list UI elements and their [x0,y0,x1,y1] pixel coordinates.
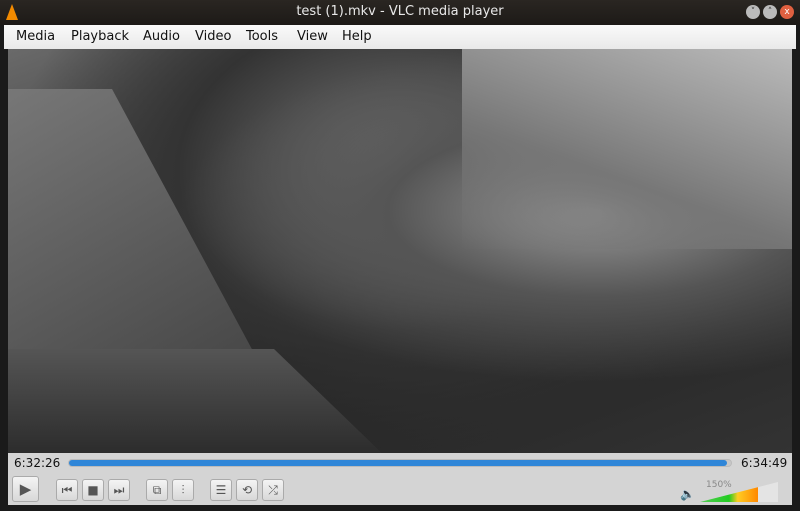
minimize-button[interactable]: ˅ [746,5,760,19]
total-time[interactable]: 6:34:49 [741,456,787,470]
volume-max-label: 150% [706,480,732,490]
vlc-cone-icon [6,4,18,20]
maximize-button[interactable]: ˄ [763,5,777,19]
video-frame-roof [8,89,268,379]
menu-media[interactable]: Media [16,29,55,44]
video-area[interactable] [8,49,792,453]
close-button[interactable]: x [780,5,794,19]
menu-video[interactable]: Video [195,29,231,44]
menu-audio[interactable]: Audio [143,29,180,44]
fullscreen-button[interactable]: ⧉ [146,479,168,501]
video-frame-street [462,49,792,249]
video-frame-roof-lower [8,349,388,453]
menu-help[interactable]: Help [342,29,372,44]
stop-button[interactable]: ■ [82,479,104,501]
seek-progress [69,460,728,466]
menu-bar: Media Playback Audio Video Tools View He… [4,25,796,49]
loop-button[interactable]: ⟲ [236,479,258,501]
next-button[interactable]: ⏭ [108,479,130,501]
menu-view[interactable]: View [297,29,328,44]
controls-panel: 6:32:26 6:34:49 ▶ ⏮ ■ ⏭ ⧉ ⫶ ☰ ⟲ ⤮ 🔈 150% [8,453,792,505]
seek-slider[interactable] [68,459,732,467]
menu-playback[interactable]: Playback [71,29,129,44]
extended-settings-button[interactable]: ⫶ [172,479,194,501]
previous-button[interactable]: ⏮ [56,479,78,501]
menu-tools[interactable]: Tools [246,29,278,44]
playlist-button[interactable]: ☰ [210,479,232,501]
speaker-icon[interactable]: 🔈 [680,487,695,501]
elapsed-time[interactable]: 6:32:26 [14,456,60,470]
shuffle-button[interactable]: ⤮ [262,479,284,501]
play-button[interactable]: ▶ [12,476,39,502]
window-title: test (1).mkv - VLC media player [296,4,504,19]
title-bar: test (1).mkv - VLC media player ˅ ˄ x [0,0,800,25]
